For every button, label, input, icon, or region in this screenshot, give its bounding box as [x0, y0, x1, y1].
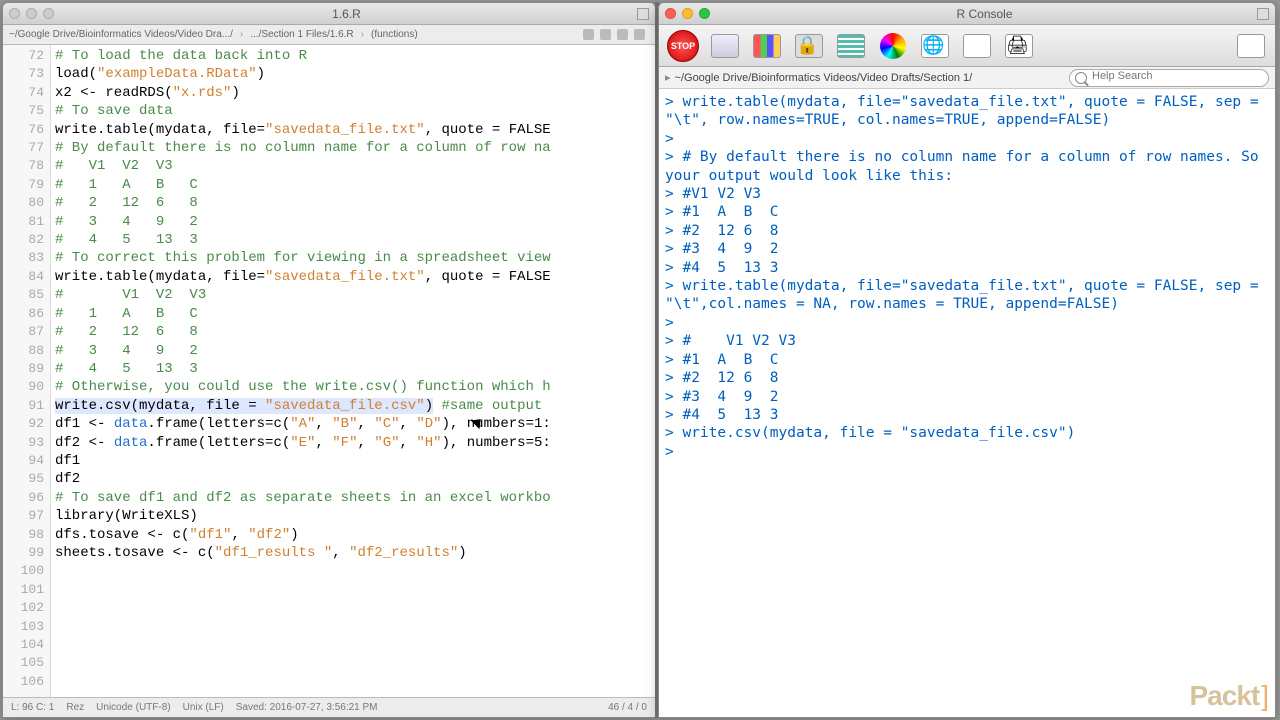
editor-window: 1.6.R ~/Google Drive/Bioinformatics Vide… — [2, 2, 656, 718]
console-output[interactable]: > write.table(mydata, file="savedata_fil… — [659, 89, 1275, 717]
console-titlebar[interactable]: R Console — [659, 3, 1275, 25]
cursor-position: L: 96 C: 1 — [11, 702, 54, 713]
document-proxy-icon[interactable] — [637, 8, 649, 20]
close-icon[interactable] — [665, 8, 676, 19]
editor-titlebar[interactable]: 1.6.R — [3, 3, 655, 25]
stop-button[interactable]: STOP — [667, 30, 699, 62]
window-controls — [9, 8, 54, 19]
zoom-icon[interactable] — [43, 8, 54, 19]
colors-button[interactable] — [877, 30, 909, 62]
editor-title: 1.6.R — [64, 7, 629, 21]
path-segment[interactable]: (functions) — [371, 29, 418, 40]
help-search-field[interactable] — [1092, 70, 1262, 82]
print-button[interactable]: 🖨 — [1003, 30, 1035, 62]
close-icon[interactable] — [9, 8, 20, 19]
console-window: R Console STOP 🔒 🌐 🖨 ▸ ~/Google Drive/Bi… — [658, 2, 1276, 718]
code-area[interactable]: # To load the data back into Rload("exam… — [51, 45, 655, 697]
lock-button[interactable]: 🔒 — [793, 30, 825, 62]
path-segment[interactable]: ~/Google Drive/Bioinformatics Videos/Vid… — [9, 29, 233, 40]
editor-pathbar[interactable]: ~/Google Drive/Bioinformatics Videos/Vid… — [3, 25, 655, 45]
editor-body: 7273747576777879808182838485868788899091… — [3, 45, 655, 697]
console-pathbar: ▸ ~/Google Drive/Bioinformatics Videos/V… — [659, 67, 1275, 89]
history-button[interactable] — [835, 30, 867, 62]
document-proxy-icon[interactable] — [1257, 8, 1269, 20]
quartz-button[interactable] — [751, 30, 783, 62]
line-ending[interactable]: Unix (LF) — [183, 702, 224, 713]
line-gutter[interactable]: 7273747576777879808182838485868788899091… — [3, 45, 51, 697]
new-doc-button[interactable] — [961, 30, 993, 62]
toolbar-icon[interactable] — [617, 29, 628, 40]
saved-timestamp: Saved: 2016-07-27, 3:56:21 PM — [236, 702, 378, 713]
editor-statusbar: L: 96 C: 1 Rez Unicode (UTF-8) Unix (LF)… — [3, 697, 655, 717]
selection-info: 46 / 4 / 0 — [608, 702, 647, 713]
help-search-input[interactable] — [1069, 69, 1269, 87]
language-mode[interactable]: Rez — [66, 702, 84, 713]
console-title: R Console — [720, 7, 1249, 21]
toolbar-icon[interactable] — [634, 29, 645, 40]
toolbar-icon[interactable] — [583, 29, 594, 40]
minimize-icon[interactable] — [682, 8, 693, 19]
path-chevron-icon[interactable]: ▸ — [665, 71, 671, 84]
search-icon — [1075, 72, 1087, 84]
path-segment[interactable]: .../Section 1 Files/1.6.R — [250, 29, 353, 40]
working-dir[interactable]: ~/Google Drive/Bioinformatics Videos/Vid… — [675, 72, 973, 84]
window-controls — [665, 8, 710, 19]
source-button[interactable] — [709, 30, 741, 62]
zoom-icon[interactable] — [699, 8, 710, 19]
minimize-icon[interactable] — [26, 8, 37, 19]
toolbar-icon[interactable] — [600, 29, 611, 40]
drawer-button[interactable] — [1235, 30, 1267, 62]
encoding[interactable]: Unicode (UTF-8) — [96, 702, 170, 713]
packt-watermark: Packt — [1190, 680, 1269, 712]
cran-button[interactable]: 🌐 — [919, 30, 951, 62]
console-toolbar: STOP 🔒 🌐 🖨 — [659, 25, 1275, 67]
